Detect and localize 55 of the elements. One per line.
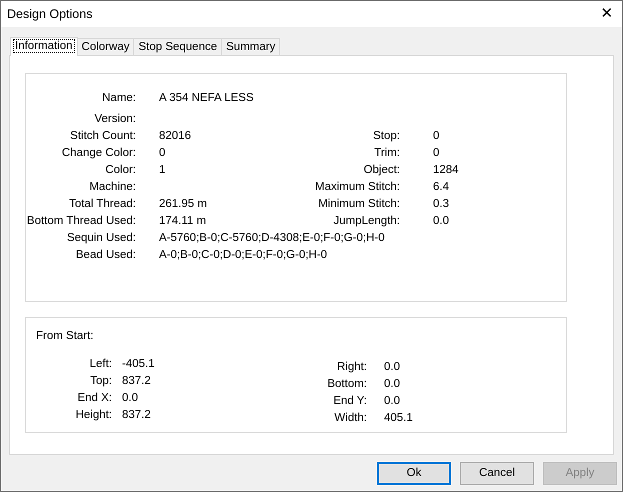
field-label: Left: [88, 356, 112, 372]
field-label: Bottom Thread Used: [26, 214, 136, 229]
field-label: Width: [333, 410, 367, 426]
field-value: 0 [159, 146, 166, 161]
tab[interactable]: Summary [222, 38, 280, 55]
field-value: 261.95 m [159, 196, 207, 212]
field-label: Top: [89, 374, 112, 389]
field-label: Version: [93, 112, 136, 127]
field-label: Color: [104, 162, 136, 178]
field-value: 0.0 [433, 214, 449, 229]
field-value: 174.11 m [159, 214, 206, 229]
field-value: 0.0 [384, 394, 400, 409]
field-value: 0 [433, 146, 440, 161]
group-title: From Start: [36, 329, 95, 344]
field-label: Trim: [373, 146, 400, 161]
field-label: Total Thread: [68, 196, 136, 212]
dialog-button[interactable]: Cancel [460, 462, 534, 485]
field-label: Machine: [88, 180, 136, 195]
field-label: Name: [101, 91, 136, 106]
field-value: A-0;B-0;C-0;D-0;E-0;F-0;G-0;H-0 [159, 248, 328, 263]
field-value: 0 [433, 128, 440, 144]
field-value: 405.1 [384, 410, 413, 426]
field-label: Height: [74, 408, 112, 423]
field-label: Maximum Stitch: [314, 180, 400, 195]
field-value: 1284 [433, 162, 459, 178]
field-value: 0.3 [433, 196, 449, 212]
field-value: 1 [159, 162, 166, 178]
tab[interactable]: Information [10, 37, 78, 56]
field-label: Change Color: [60, 146, 136, 161]
field-label: Sequin Used: [66, 230, 136, 246]
window-title: Design Options [7, 6, 92, 23]
field-label: Minimum Stitch: [317, 196, 400, 212]
field-label: Stitch Count: [69, 128, 136, 144]
dialog-button[interactable]: Ok [377, 462, 451, 485]
field-value: A-5760;B-0;C-5760;D-4308;E-0;F-0;G-0;H-0 [159, 230, 385, 246]
field-label: End Y: [332, 394, 367, 409]
field-value: 0.0 [384, 376, 400, 392]
field-label: Bead Used: [74, 248, 136, 263]
tab[interactable]: Stop Sequence [134, 38, 222, 55]
field-value: 837.2 [122, 374, 151, 389]
field-label: Object: [362, 162, 400, 178]
field-value: -405.1 [122, 356, 155, 372]
field-value: A 354 NEFA LESS [159, 91, 254, 106]
field-value: 6.4 [433, 180, 449, 195]
field-label: Bottom: [326, 376, 367, 392]
field-value: 0.0 [122, 390, 138, 406]
field-label: Stop: [372, 128, 400, 144]
field-value: 837.2 [122, 408, 151, 423]
field-label: End X: [76, 390, 112, 406]
field-label: Right: [336, 360, 367, 375]
field-label: JumpLength: [332, 214, 400, 229]
field-value: 0.0 [384, 360, 400, 375]
tab[interactable]: Colorway [78, 38, 134, 55]
close-button[interactable]: ✕ [592, 1, 622, 27]
field-value: 82016 [159, 128, 191, 144]
